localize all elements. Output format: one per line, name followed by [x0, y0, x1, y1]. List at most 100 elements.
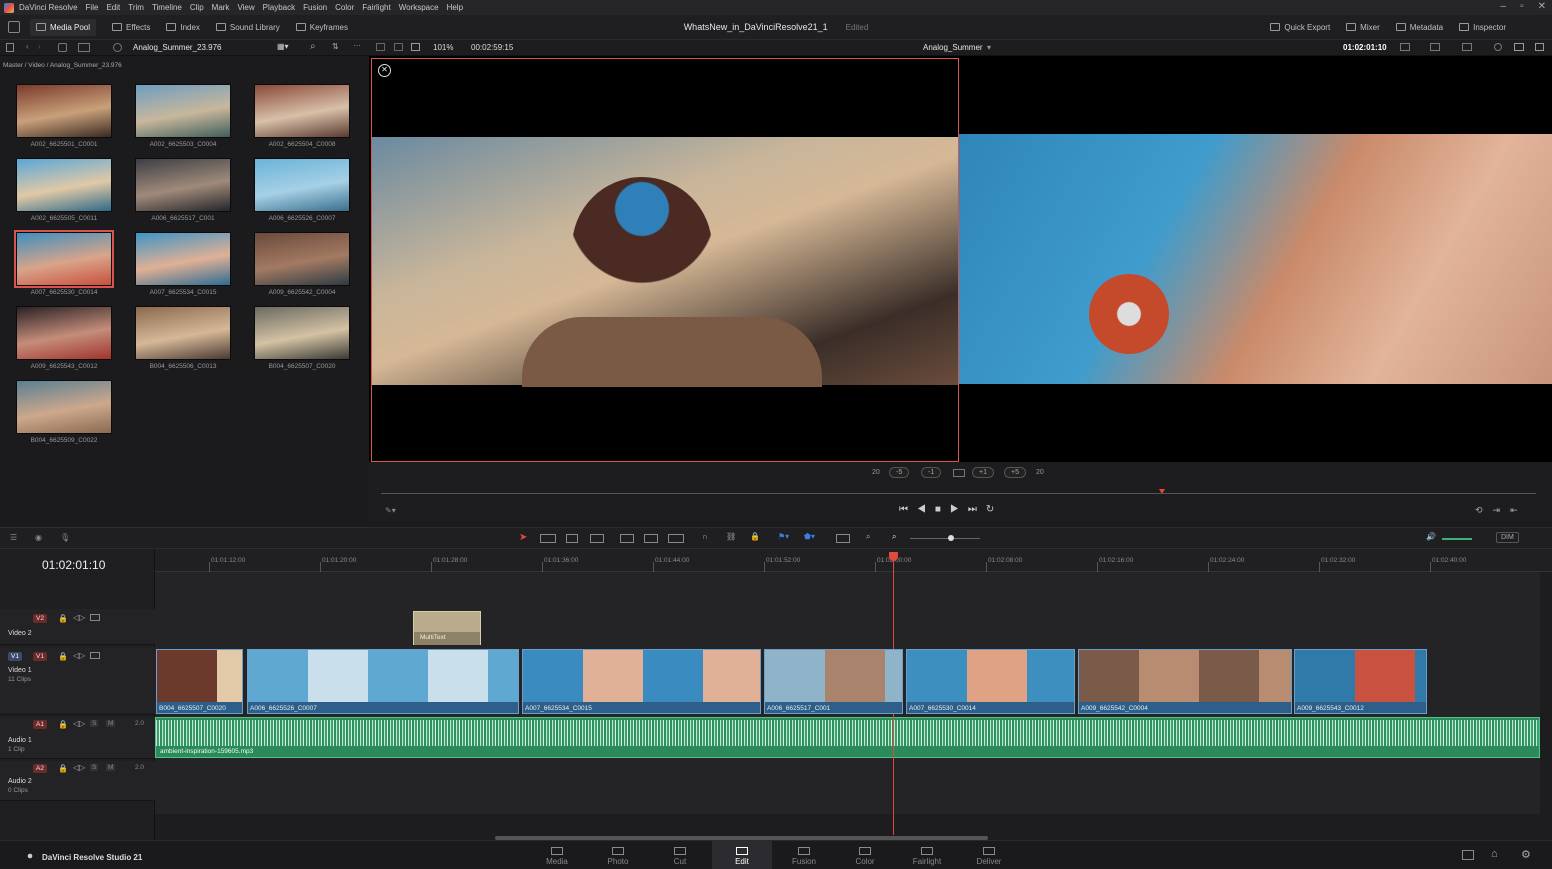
media-pool-button[interactable]: Media Pool [30, 18, 97, 36]
media-pool-clip-thumbnail[interactable] [254, 158, 350, 212]
play-reverse-icon[interactable]: ◀ [917, 504, 935, 515]
mark-out-icon[interactable]: ⇤ [1510, 505, 1528, 515]
selection-tool-icon[interactable]: ➤ [519, 532, 527, 543]
viewer-options-icon[interactable] [1400, 43, 1410, 51]
back-icon[interactable]: ‹ [26, 42, 29, 51]
maximize-icon[interactable]: ▫ [1520, 1, 1524, 12]
metadata-button[interactable]: Metadata [1395, 23, 1443, 32]
timeline-video-clip[interactable]: B004_6625507_C0020 [156, 649, 243, 714]
stop-icon[interactable]: ■ [935, 504, 950, 515]
track-v1-autoselect-icon[interactable]: ◁▷ [73, 651, 85, 660]
clip-options-icon[interactable] [1430, 43, 1440, 51]
track-v1-lock-icon[interactable]: 🔒 [58, 652, 68, 661]
scrubber-bar[interactable] [381, 493, 1536, 494]
track-a2-badge[interactable]: A2 [33, 764, 47, 773]
zoom-slider-handle[interactable] [948, 535, 954, 541]
flag-icon[interactable]: ⚑▾ [778, 532, 789, 541]
multitext-clip[interactable]: MultiText [413, 611, 481, 645]
track-v2-autoselect-icon[interactable]: ◁▷ [73, 613, 85, 622]
track-a2-autoselect-icon[interactable]: ◁▷ [73, 763, 85, 772]
grid-view-icon[interactable]: ▦▾ [277, 42, 289, 51]
dual-viewer-icon[interactable] [411, 43, 420, 51]
media-pool-clip-thumbnail[interactable] [135, 158, 231, 212]
menu-view[interactable]: View [237, 3, 254, 12]
media-pool-clip-thumbnail[interactable] [14, 230, 114, 288]
detail-zoom-icon[interactable]: ⌕ [866, 532, 870, 542]
page-cut[interactable]: Cut [650, 841, 710, 869]
jog-minus-5-button[interactable]: -5 [889, 467, 910, 478]
go-to-end-icon[interactable]: ⏭ [968, 504, 986, 515]
media-pool-clip-thumbnail[interactable] [16, 306, 112, 360]
zoom-level[interactable]: 101% [433, 43, 453, 52]
track-a1-solo-button[interactable]: S [90, 720, 99, 727]
track-a1-badge[interactable]: A1 [33, 720, 47, 729]
menu-fairlight[interactable]: Fairlight [362, 3, 390, 12]
timeline-ruler[interactable]: 01:01:12:00 01:01:20:00 01:01:28:00 01:01:3… [155, 550, 1552, 572]
page-fairlight[interactable]: Fairlight [897, 841, 957, 869]
workspace-toggle-icon[interactable] [8, 21, 20, 33]
page-edit[interactable]: Edit [712, 841, 772, 869]
media-pool-clip-thumbnail[interactable] [16, 158, 112, 212]
viewer-mode-icon[interactable] [376, 43, 385, 51]
page-media[interactable]: Media [527, 841, 587, 869]
go-to-start-icon[interactable]: ⏮ [899, 504, 917, 515]
forward-icon[interactable]: › [38, 42, 41, 51]
menu-color[interactable]: Color [335, 3, 354, 12]
playhead-handle[interactable] [889, 552, 898, 561]
track-a1-lock-icon[interactable]: 🔒 [58, 720, 68, 729]
jog-plus-5-button[interactable]: +5 [1004, 467, 1026, 478]
track-a1-mute-button[interactable]: M [106, 720, 116, 727]
menu-clip[interactable]: Clip [190, 3, 204, 12]
settings-gear-icon[interactable]: ⚙ [1521, 848, 1531, 861]
voiceover-icon[interactable]: 🎙 [60, 533, 70, 542]
zoom-slider[interactable] [910, 538, 980, 539]
project-manager-icon[interactable] [1462, 850, 1474, 860]
jog-minus-1-button[interactable]: -1 [921, 467, 942, 478]
timeline-video-clip[interactable]: A007_6625530_C0014 [906, 649, 1075, 714]
scrubber-playhead[interactable] [1159, 489, 1165, 494]
marker-icon[interactable]: ⬟▾ [804, 532, 815, 541]
replace-clip-icon[interactable] [668, 534, 684, 543]
timeline-video-clip[interactable]: A006_6625517_C001 [764, 649, 903, 714]
full-zoom-icon[interactable] [836, 534, 850, 543]
blade-tool-icon[interactable] [590, 534, 604, 543]
media-pool-clip-thumbnail[interactable] [16, 380, 112, 434]
source-viewer-icon[interactable] [394, 43, 403, 51]
timeline-video-clip[interactable]: A009_6625543_C0012 [1294, 649, 1427, 714]
home-icon[interactable]: ⌂ [1491, 848, 1498, 860]
media-pool-clip-thumbnail[interactable] [135, 306, 231, 360]
fullscreen-icon[interactable] [1535, 43, 1544, 51]
media-pool-clip-thumbnail[interactable] [16, 84, 112, 138]
frame-icon[interactable] [953, 469, 965, 477]
transform-icon[interactable] [1462, 43, 1472, 51]
timeline-video-clip[interactable]: A006_6625526_C0007 [247, 649, 519, 714]
track-v1-enable-icon[interactable] [90, 652, 100, 659]
quick-export-button[interactable]: Quick Export [1270, 23, 1330, 32]
source-v1-badge[interactable]: V1 [8, 652, 22, 661]
mark-in-icon[interactable]: ⇥ [1493, 505, 1511, 515]
bin-list-icon[interactable] [58, 43, 67, 52]
linked-selection-icon[interactable]: ◉ [35, 533, 42, 542]
menu-trim[interactable]: Trim [128, 3, 144, 12]
volume-slider[interactable] [1442, 538, 1472, 540]
lock-icon[interactable]: 🔒 [750, 532, 760, 541]
index-button[interactable]: Index [166, 23, 200, 32]
page-fusion[interactable]: Fusion [774, 841, 834, 869]
edit-tools-icon[interactable]: ✎▾ [385, 506, 396, 515]
jog-plus-1-button[interactable]: +1 [972, 467, 994, 478]
timeline-dropdown-icon[interactable]: ▾ [987, 43, 991, 52]
loop-playback-icon[interactable]: ↻ [986, 504, 1003, 515]
track-v1-badge[interactable]: V1 [33, 652, 47, 661]
page-photo[interactable]: Photo [588, 841, 648, 869]
track-a2-lock-icon[interactable]: 🔒 [58, 764, 68, 773]
close-viewer-icon[interactable]: ✕ [378, 64, 391, 77]
sidebar-toggle-icon[interactable] [6, 43, 14, 52]
menu-help[interactable]: Help [447, 3, 463, 12]
minimize-icon[interactable]: – [1501, 1, 1507, 12]
layout-icon[interactable] [1514, 43, 1524, 51]
media-pool-clip-thumbnail[interactable] [254, 232, 350, 286]
snapping-icon[interactable]: ∩ [702, 532, 708, 541]
track-a2-mute-button[interactable]: M [106, 764, 116, 771]
dynamic-trim-icon[interactable] [566, 534, 578, 543]
power-bin-icon[interactable] [113, 43, 122, 52]
